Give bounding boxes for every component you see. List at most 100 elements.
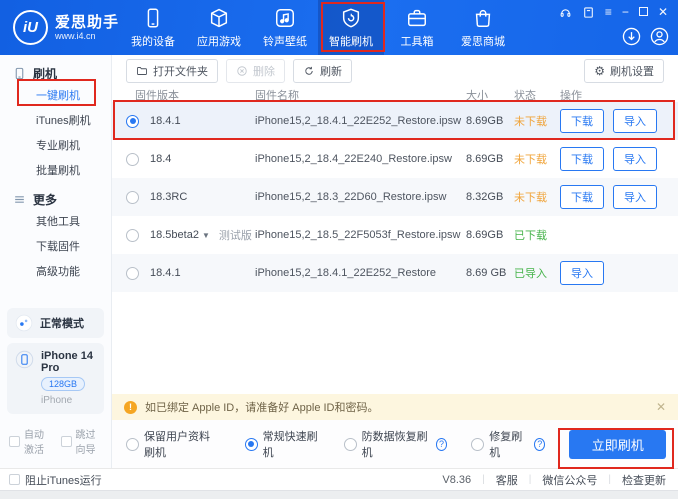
download-manager-icon[interactable] (621, 26, 642, 47)
maximize-button[interactable] (639, 6, 648, 18)
nav-item-apps-games[interactable]: 应用游戏 (186, 0, 252, 55)
table-row[interactable]: 18.4.1iPhone15,2_18.4.1_22E252_Restore8.… (112, 254, 678, 292)
sidebar-section-flash: 刷机 (0, 62, 111, 84)
notes-icon[interactable] (582, 6, 595, 19)
option-radio[interactable] (471, 438, 484, 451)
nav-item-label: 工具箱 (401, 33, 434, 49)
firmware-version: 18.3RC (150, 191, 187, 203)
nav-item-label: 铃声壁纸 (263, 33, 307, 49)
action-button-import[interactable]: 导入 (560, 261, 604, 285)
user-account-icon[interactable] (649, 26, 670, 47)
row-radio[interactable] (126, 267, 139, 280)
help-icon[interactable]: ? (534, 438, 545, 451)
table-row[interactable]: 18.5beta2▼测试版iPhone15,2_18.5_22F5053f_Re… (112, 216, 678, 254)
folder-icon (136, 65, 148, 77)
delete-button[interactable]: 删除 (226, 59, 285, 83)
header-action: 操作 (560, 87, 664, 103)
nav-item-ringtones-wallpapers[interactable]: 铃声壁纸 (252, 0, 318, 55)
option-label: 常规快速刷机 (263, 428, 320, 460)
minimize-button[interactable]: − (622, 6, 629, 18)
sidebar-item-one-click-flash[interactable]: 一键刷机 (0, 84, 111, 109)
notice-close-icon[interactable]: ✕ (656, 400, 666, 414)
firmware-size: 8.32GB (466, 191, 514, 203)
help-icon[interactable]: ? (436, 438, 447, 451)
body: 刷机一键刷机iTunes刷机专业刷机批量刷机更多其他工具下载固件高级功能 正常模… (0, 55, 678, 468)
option-label: 保留用户资料刷机 (144, 428, 221, 460)
normal-mode-card[interactable]: 正常模式 (7, 308, 104, 338)
device-name: iPhone 14 Pro (41, 350, 96, 374)
shield-icon (340, 7, 362, 29)
firmware-size: 8.69GB (466, 229, 514, 241)
option-radio[interactable] (126, 438, 139, 451)
statusbar-link-support[interactable]: 客服 (496, 472, 518, 488)
header-firmware-version: 固件版本 (126, 87, 255, 103)
app-version: V8.36 (442, 474, 471, 486)
app-title: 爱思助手 (55, 14, 119, 31)
flash-option-repair-flash[interactable]: 修复刷机? (471, 428, 545, 460)
flash-option-normal-quick[interactable]: 常规快速刷机 (245, 428, 320, 460)
beta-tag: 测试版 (219, 227, 252, 243)
table-row[interactable]: 18.3RCiPhone15,2_18.3_22D60_Restore.ipsw… (112, 178, 678, 216)
sidebar-item-pro-flash[interactable]: 专业刷机 (0, 134, 111, 159)
device-icon (13, 67, 26, 80)
statusbar-link-check-update[interactable]: 检查更新 (622, 472, 666, 488)
table-row[interactable]: 18.4iPhone15,2_18.4_22E240_Restore.ipsw8… (112, 140, 678, 178)
option-radio[interactable] (344, 438, 357, 451)
flash-option-keep-user-data[interactable]: 保留用户资料刷机 (126, 428, 221, 460)
option-radio[interactable] (245, 438, 258, 451)
device-card[interactable]: iPhone 14 Pro 128GB iPhone (7, 343, 104, 414)
sidebar-item-batch-flash[interactable]: 批量刷机 (0, 159, 111, 184)
statusbar-link-wechat-official[interactable]: 微信公众号 (542, 472, 597, 488)
sidebar-item-advanced-features[interactable]: 高级功能 (0, 260, 111, 285)
phone-icon (142, 7, 164, 29)
row-radio[interactable] (126, 115, 139, 128)
flash-settings-button[interactable]: ⚙ 刷机设置 (584, 59, 664, 83)
nav-item-smart-flash[interactable]: 智能刷机 (318, 0, 384, 55)
firmware-size: 8.69 GB (466, 267, 514, 279)
delete-icon (236, 65, 248, 77)
sidebar-item-other-tools[interactable]: 其他工具 (0, 210, 111, 235)
headset-icon[interactable] (559, 6, 572, 19)
sidebar-section-title: 更多 (33, 191, 57, 208)
status-badge: 已下载 (514, 230, 547, 242)
action-button-download[interactable]: 下载 (560, 109, 604, 133)
dropdown-icon[interactable]: ▼ (202, 231, 210, 240)
firmware-version: 18.4.1 (150, 115, 181, 127)
flash-option-anti-data-recovery[interactable]: 防数据恢复刷机? (344, 428, 448, 460)
action-button-download[interactable]: 下载 (560, 147, 604, 171)
action-button-import[interactable]: 导入 (613, 185, 657, 209)
sidebar-item-itunes-flash[interactable]: iTunes刷机 (0, 109, 111, 134)
logo-badge-icon: iU (13, 10, 48, 45)
nav-item-i4-store[interactable]: 爱思商城 (450, 0, 516, 55)
status-badge: 未下载 (514, 192, 547, 204)
close-button[interactable]: ✕ (658, 6, 668, 18)
sidebar-item-download-firmware[interactable]: 下载固件 (0, 235, 111, 260)
action-button-import[interactable]: 导入 (613, 147, 657, 171)
action-button-import[interactable]: 导入 (613, 109, 657, 133)
bag-icon (472, 7, 494, 29)
checkbox-auto-activate[interactable]: 自动激活 (9, 426, 52, 456)
block-itunes-checkbox[interactable]: 阻止iTunes运行 (9, 472, 102, 488)
music-icon (274, 7, 296, 29)
warning-icon: ! (124, 401, 137, 414)
nav-item-toolbox[interactable]: 工具箱 (384, 0, 450, 55)
firmware-table: 18.4.1iPhone15,2_18.4.1_22E252_Restore.i… (112, 102, 678, 292)
open-folder-button[interactable]: 打开文件夹 (126, 59, 218, 83)
normal-mode-icon (15, 314, 33, 332)
row-radio[interactable] (126, 153, 139, 166)
refresh-button[interactable]: 刷新 (293, 59, 352, 83)
firmware-name: iPhone15,2_18.4.1_22E252_Restore (255, 267, 466, 279)
nav-item-my-devices[interactable]: 我的设备 (120, 0, 186, 55)
row-radio[interactable] (126, 229, 139, 242)
topbar-nav: 我的设备应用游戏铃声壁纸智能刷机工具箱爱思商城 (120, 0, 516, 55)
status-badge: 未下载 (514, 116, 547, 128)
checkbox-skip-setup[interactable]: 跳过向导 (61, 426, 104, 456)
device-capacity-badge: 128GB (41, 377, 85, 391)
action-button-download[interactable]: 下载 (560, 185, 604, 209)
row-radio[interactable] (126, 191, 139, 204)
table-row[interactable]: 18.4.1iPhone15,2_18.4.1_22E252_Restore.i… (112, 102, 678, 140)
flash-now-button[interactable]: 立即刷机 (569, 430, 666, 459)
checkbox-label: 跳过向导 (76, 426, 104, 456)
app-window: iU 爱思助手 www.i4.cn 我的设备应用游戏铃声壁纸智能刷机工具箱爱思商… (0, 0, 678, 499)
menu-icon[interactable]: ≡ (605, 6, 612, 18)
